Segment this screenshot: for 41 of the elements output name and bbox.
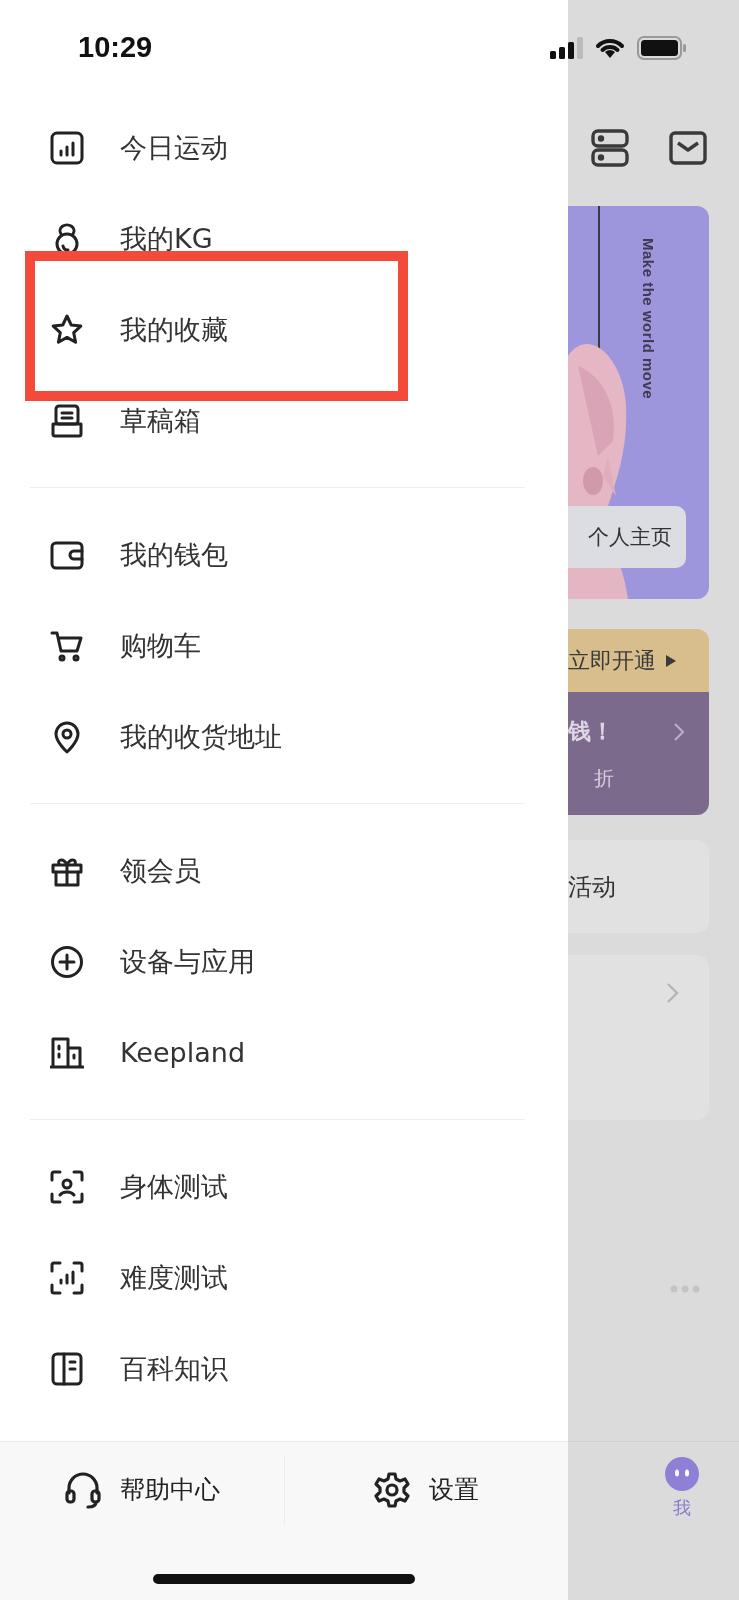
menu-item[interactable]: 今日运动 [0,102,568,193]
promo-subtext: 折 [594,765,614,792]
menu-item[interactable]: Keepland [0,1007,568,1098]
play-icon [666,654,676,667]
menu-item[interactable]: 身体测试 [0,1141,568,1232]
menu-item[interactable]: 百科知识 [0,1323,568,1414]
server-icon [591,129,629,167]
status-time: 10:29 [78,31,153,64]
menu-item[interactable]: 我的钱包 [0,509,568,600]
activity-label: 活动 [568,871,616,903]
wifi-icon [595,36,625,59]
menu-item[interactable]: 领会员 [0,825,568,916]
chevron-right-icon [667,983,679,1003]
battery-icon [637,35,687,60]
chevron-right-icon [674,722,684,741]
signal-icon [549,36,583,59]
menu-item[interactable]: 我的收货地址 [0,691,568,782]
promo-text: 钱！ [568,717,614,746]
barscan-icon [50,1260,84,1295]
menu-item[interactable]: 我的收藏 [0,284,568,375]
book-icon [50,1351,84,1386]
menu-item[interactable]: 设备与应用 [0,916,568,1007]
slogan-text: Make the world move [640,238,657,400]
star-icon [50,312,84,347]
mail-icon [669,131,707,165]
menu-item[interactable]: 购物车 [0,600,568,691]
footer-button[interactable]: 设置 [284,1454,568,1525]
drafts-icon [50,403,84,438]
menu-item[interactable]: 我的KG [0,193,568,284]
footer-button[interactable]: 帮助中心 [0,1454,284,1525]
settings-icon [373,1470,412,1509]
plus-icon [50,944,84,979]
menu-item[interactable]: 草稿箱 [0,375,568,466]
vip-button[interactable]: 立即开通 [568,629,709,692]
facescan-icon [50,1169,84,1204]
menu-item[interactable]: 难度测试 [0,1232,568,1323]
headset-icon [63,1470,102,1509]
avatar-icon [665,1456,699,1492]
building-icon [50,1035,84,1070]
chart-icon [50,130,84,165]
profile-button[interactable]: 个人主页 [568,506,686,568]
